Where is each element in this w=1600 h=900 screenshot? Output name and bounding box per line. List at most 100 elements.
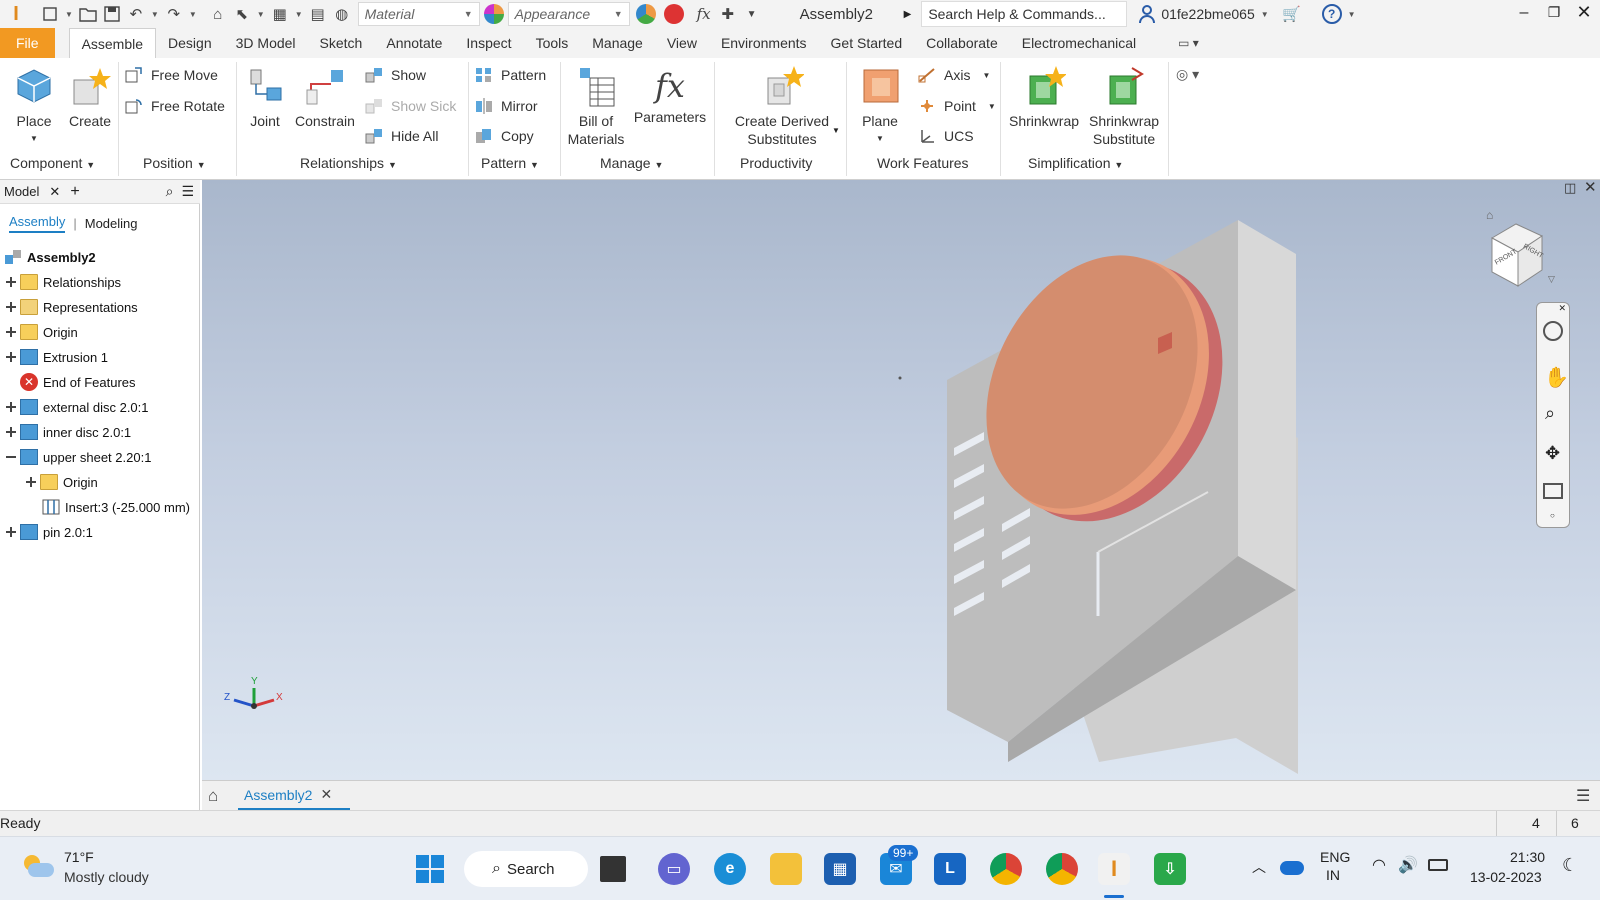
position-panel-label[interactable]: Position ▼ <box>143 155 206 171</box>
undo-icon[interactable]: ↶ <box>124 2 148 26</box>
help-icon[interactable]: ? <box>1321 4 1342 24</box>
user-icon[interactable] <box>1139 5 1156 23</box>
cloud-download-icon[interactable]: ⇩ <box>1154 853 1186 885</box>
mirror-button[interactable]: Mirror <box>475 98 538 114</box>
volume-icon[interactable]: 🔊 <box>1398 855 1418 875</box>
tab-collaborate[interactable]: Collaborate <box>914 28 1010 58</box>
clock-date[interactable]: 13-02-2023 <box>1470 869 1542 885</box>
tab-get-started[interactable]: Get Started <box>819 28 915 58</box>
close-window-button[interactable]: ✕ <box>1574 2 1594 24</box>
expand-icon[interactable] <box>6 352 16 362</box>
taskbar-search[interactable]: ⌕ Search <box>464 851 588 887</box>
free-rotate-button[interactable]: Free Rotate <box>125 98 225 114</box>
new-file-icon[interactable] <box>38 2 62 26</box>
tree-item-origin[interactable]: Origin <box>6 321 78 343</box>
save-icon[interactable] <box>100 2 124 26</box>
inventor-taskbar-icon[interactable]: I <box>1098 853 1130 885</box>
browser-menu-icon[interactable]: ☰ <box>181 183 194 200</box>
teams-chat-icon[interactable]: ▭ <box>658 853 690 885</box>
show-hidden-icons[interactable]: ︿ <box>1252 857 1266 877</box>
language-primary[interactable]: ENG <box>1320 849 1350 865</box>
tab-tools[interactable]: Tools <box>524 28 581 58</box>
tree-item-pin[interactable]: pin 2.0:1 <box>6 521 93 543</box>
adjust-icon[interactable]: ▤ <box>306 2 330 26</box>
component-panel-label[interactable]: Component ▼ <box>10 155 95 171</box>
plane-button[interactable]: Plane ▼ <box>852 64 908 148</box>
redo-icon[interactable]: ↷ <box>162 2 186 26</box>
weather-widget[interactable]: 71°F Mostly cloudy <box>22 847 182 891</box>
store-icon[interactable]: ▦ <box>824 853 856 885</box>
viewport-close-icon[interactable]: ✕ <box>1584 180 1597 196</box>
tree-item-end-of-features[interactable]: ✕ End of Features <box>20 371 136 393</box>
view-cube-home-icon[interactable]: ⌂ <box>1486 208 1493 222</box>
tree-item-inner-disc[interactable]: inner disc 2.0:1 <box>6 421 131 443</box>
cart-icon[interactable]: 🛒 <box>1280 2 1304 26</box>
edge-icon[interactable]: e <box>714 853 746 885</box>
material-select[interactable]: Material ▼ <box>357 2 480 26</box>
point-button[interactable]: Point ▼ <box>918 98 996 114</box>
view-cube[interactable]: ⌂ FRONT RIGHT ▽ <box>1482 208 1562 296</box>
chrome-icon[interactable] <box>990 853 1022 885</box>
chrome-profile-icon[interactable] <box>1046 853 1078 885</box>
graphics-viewport[interactable]: ⌂ FRONT RIGHT ▽ ✕ ✋ ⌕ ✥ ○ ◫ ✕ Z Y X <box>202 180 1600 780</box>
shrinkwrap-substitute-button[interactable]: Shrinkwrap Substitute <box>1084 64 1164 148</box>
clear-appearance-icon[interactable] <box>663 4 684 24</box>
add-icon[interactable]: ✚ <box>716 2 740 26</box>
subtab-assembly[interactable]: Assembly <box>9 214 66 233</box>
hide-all-button[interactable]: Hide All <box>365 128 438 144</box>
task-view-icon[interactable] <box>600 856 626 882</box>
update-icon[interactable]: ▦ <box>268 2 292 26</box>
constrain-button[interactable]: Constrain <box>292 64 358 130</box>
customize-qat-icon[interactable]: ▼ <box>740 2 764 26</box>
file-explorer-icon[interactable] <box>770 853 802 885</box>
look-at-icon[interactable] <box>1543 483 1563 499</box>
place-button[interactable]: Place ▼ <box>8 64 60 148</box>
home-tab-icon[interactable]: ⌂ <box>208 786 218 806</box>
manage-panel-label[interactable]: Manage ▼ <box>600 155 663 171</box>
tab-inspect[interactable]: Inspect <box>454 28 523 58</box>
home-icon[interactable]: ⌂ <box>206 2 230 26</box>
pan-icon[interactable]: ✋ <box>1544 365 1569 390</box>
document-tab-close-icon[interactable]: ✕ <box>320 786 332 803</box>
tab-file[interactable]: File <box>0 28 55 58</box>
create-derived-substitutes-button[interactable]: Create Derived Substitutes <box>724 64 840 148</box>
tab-view[interactable]: View <box>655 28 709 58</box>
clock-time[interactable]: 21:30 <box>1510 849 1545 865</box>
subtab-modeling[interactable]: Modeling <box>85 216 138 231</box>
pattern-panel-label[interactable]: Pattern ▼ <box>481 155 539 171</box>
appearance-ball-icon[interactable] <box>483 4 504 24</box>
steering-wheel-icon[interactable] <box>1543 321 1563 341</box>
parameters-button[interactable]: fx Parameters <box>632 64 708 126</box>
minimize-button[interactable]: – <box>1514 4 1534 24</box>
copy-button[interactable]: Copy <box>475 128 534 144</box>
expand-icon[interactable] <box>6 402 16 412</box>
tab-annotate[interactable]: Annotate <box>374 28 454 58</box>
tree-item-upper-sheet[interactable]: upper sheet 2.20:1 <box>6 446 151 468</box>
relationships-panel-label[interactable]: Relationships ▼ <box>300 155 397 171</box>
open-file-icon[interactable] <box>76 2 100 26</box>
assembly-model[interactable] <box>202 180 1600 780</box>
user-name[interactable]: 01fe22bme065 <box>1161 6 1254 22</box>
free-move-button[interactable]: Free Move <box>125 67 218 83</box>
language-secondary[interactable]: IN <box>1326 867 1340 883</box>
expand-icon[interactable] <box>6 302 16 312</box>
tab-3d-model[interactable]: 3D Model <box>224 28 308 58</box>
battery-icon[interactable] <box>1428 859 1448 871</box>
zoom-icon[interactable]: ⌕ <box>1545 403 1555 424</box>
tree-item-relationships[interactable]: Relationships <box>6 271 121 293</box>
wifi-icon[interactable]: ◠ <box>1372 855 1386 875</box>
tab-environments[interactable]: Environments <box>709 28 819 58</box>
tab-assemble[interactable]: Assemble <box>68 28 157 58</box>
material-sphere-icon[interactable]: ◍ <box>330 2 354 26</box>
tab-sketch[interactable]: Sketch <box>308 28 375 58</box>
shrinkwrap-button[interactable]: Shrinkwrap <box>1004 64 1084 130</box>
ucs-button[interactable]: UCS <box>918 128 974 144</box>
bill-of-materials-button[interactable]: Bill of Materials <box>566 64 626 148</box>
view-cube-menu-icon[interactable]: ▽ <box>1548 274 1555 285</box>
doc-tabs-menu-icon[interactable]: ☰ <box>1576 786 1590 806</box>
expand-icon[interactable] <box>6 277 16 287</box>
show-button[interactable]: Show <box>365 67 426 83</box>
inventor-logo-icon[interactable]: I <box>4 2 28 26</box>
tab-electromechanical[interactable]: Electromechanical <box>1010 28 1148 58</box>
tab-model[interactable]: Model <box>4 184 39 199</box>
